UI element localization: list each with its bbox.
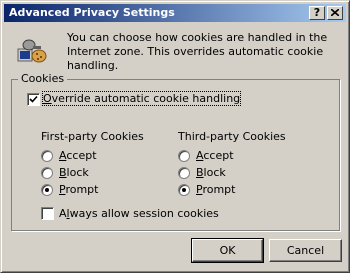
help-button[interactable]: ? — [309, 6, 325, 20]
intro-text: You can choose how cookies are handled i… — [67, 31, 328, 72]
first-party-prompt-radio[interactable] — [41, 184, 53, 196]
third-party-accept-label[interactable]: Accept — [196, 149, 234, 162]
close-icon — [330, 8, 340, 17]
title-bar[interactable]: Advanced Privacy Settings ? — [4, 4, 346, 22]
session-cookies-checkbox[interactable] — [41, 207, 54, 220]
cancel-button[interactable]: Cancel — [269, 239, 342, 262]
first-party-heading: First-party Cookies — [41, 130, 144, 143]
override-label[interactable]: Override automatic cookie handling — [41, 91, 242, 106]
third-party-block-radio[interactable] — [178, 167, 190, 179]
third-party-prompt-label[interactable]: Prompt — [196, 183, 235, 196]
first-party-block-radio[interactable] — [41, 167, 53, 179]
third-party-heading: Third-party Cookies — [178, 130, 286, 143]
cookie-settings-icon — [17, 39, 47, 63]
override-checkbox[interactable] — [27, 93, 40, 106]
advanced-privacy-settings-dialog: Advanced Privacy Settings ? You can choo… — [0, 0, 350, 273]
session-cookies-label[interactable]: Always allow session cookies — [59, 207, 219, 220]
dialog-title: Advanced Privacy Settings — [9, 6, 175, 19]
third-party-block-label[interactable]: Block — [196, 166, 226, 179]
cookies-group-label: Cookies — [18, 72, 68, 85]
ok-button[interactable]: OK — [191, 238, 264, 263]
third-party-prompt-radio[interactable] — [178, 184, 190, 196]
close-button[interactable] — [327, 6, 343, 20]
first-party-accept-radio[interactable] — [41, 150, 53, 162]
first-party-accept-label[interactable]: Accept — [59, 149, 97, 162]
checkmark-icon — [29, 95, 38, 103]
first-party-block-label[interactable]: Block — [59, 166, 89, 179]
third-party-accept-radio[interactable] — [178, 150, 190, 162]
first-party-prompt-label[interactable]: Prompt — [59, 183, 98, 196]
